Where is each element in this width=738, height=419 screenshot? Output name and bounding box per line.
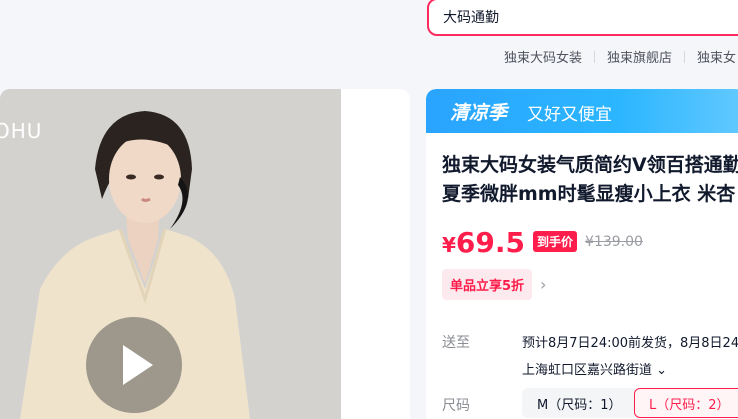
original-price: ¥139.00 <box>585 234 643 250</box>
promo-title: 清凉季 <box>450 102 508 124</box>
final-price-tag: 到手价 <box>533 231 578 252</box>
divider <box>594 51 596 63</box>
hot-search-links: 独束大码女装 独束旗舰店 独束女 <box>504 47 736 66</box>
hot-link-3[interactable]: 独束女 <box>697 51 736 66</box>
chevron-right-icon[interactable]: › <box>540 275 546 294</box>
search-box[interactable] <box>427 0 738 36</box>
price-value: 69.5 <box>455 226 526 259</box>
product-title-line2: 夏季微胖mm时髦显瘦小上衣 米杏 <box>442 183 736 205</box>
product-title-line1: 独束大码女装气质简约V领百搭通勤 <box>442 154 738 176</box>
price-row: ¥69.5 到手价 ¥139.00 <box>442 226 643 262</box>
shipping-location-selector[interactable]: 上海虹口区嘉兴路街道 ⌄ <box>522 359 667 378</box>
play-icon[interactable] <box>86 317 182 413</box>
discount-badge[interactable]: 单品立享5折 <box>442 269 533 300</box>
hot-link-2[interactable]: 独束旗舰店 <box>607 51 672 66</box>
shipping-estimate: 预计8月7日24:00前发货，8月8日24 <box>522 336 738 351</box>
shipping-label: 送至 <box>442 335 470 351</box>
product-gallery: OHU <box>0 89 410 419</box>
product-title: 独束大码女装气质简约V领百搭通勤 夏季微胖mm时髦显瘦小上衣 米杏 <box>442 151 738 209</box>
promo-subtitle: 又好又便宜 <box>527 105 612 125</box>
product-main-image[interactable]: OHU <box>0 89 341 419</box>
product-info-panel: 清凉季 又好又便宜 独束大码女装气质简约V领百搭通勤 夏季微胖mm时髦显瘦小上衣… <box>426 89 738 419</box>
price-symbol: ¥ <box>442 233 456 257</box>
size-label: 尺码 <box>442 398 470 414</box>
hot-link-1[interactable]: 独束大码女装 <box>504 51 582 66</box>
size-option-m[interactable]: M（尺码：1） <box>522 388 637 418</box>
size-option-l-selected[interactable]: L（尺码：2） <box>634 388 738 418</box>
promo-banner[interactable]: 清凉季 又好又便宜 <box>426 89 738 133</box>
divider <box>684 51 686 63</box>
discount-row[interactable]: 单品立享5折 › <box>442 269 546 300</box>
brand-logo: OHU <box>0 119 43 143</box>
search-input[interactable] <box>443 9 738 25</box>
